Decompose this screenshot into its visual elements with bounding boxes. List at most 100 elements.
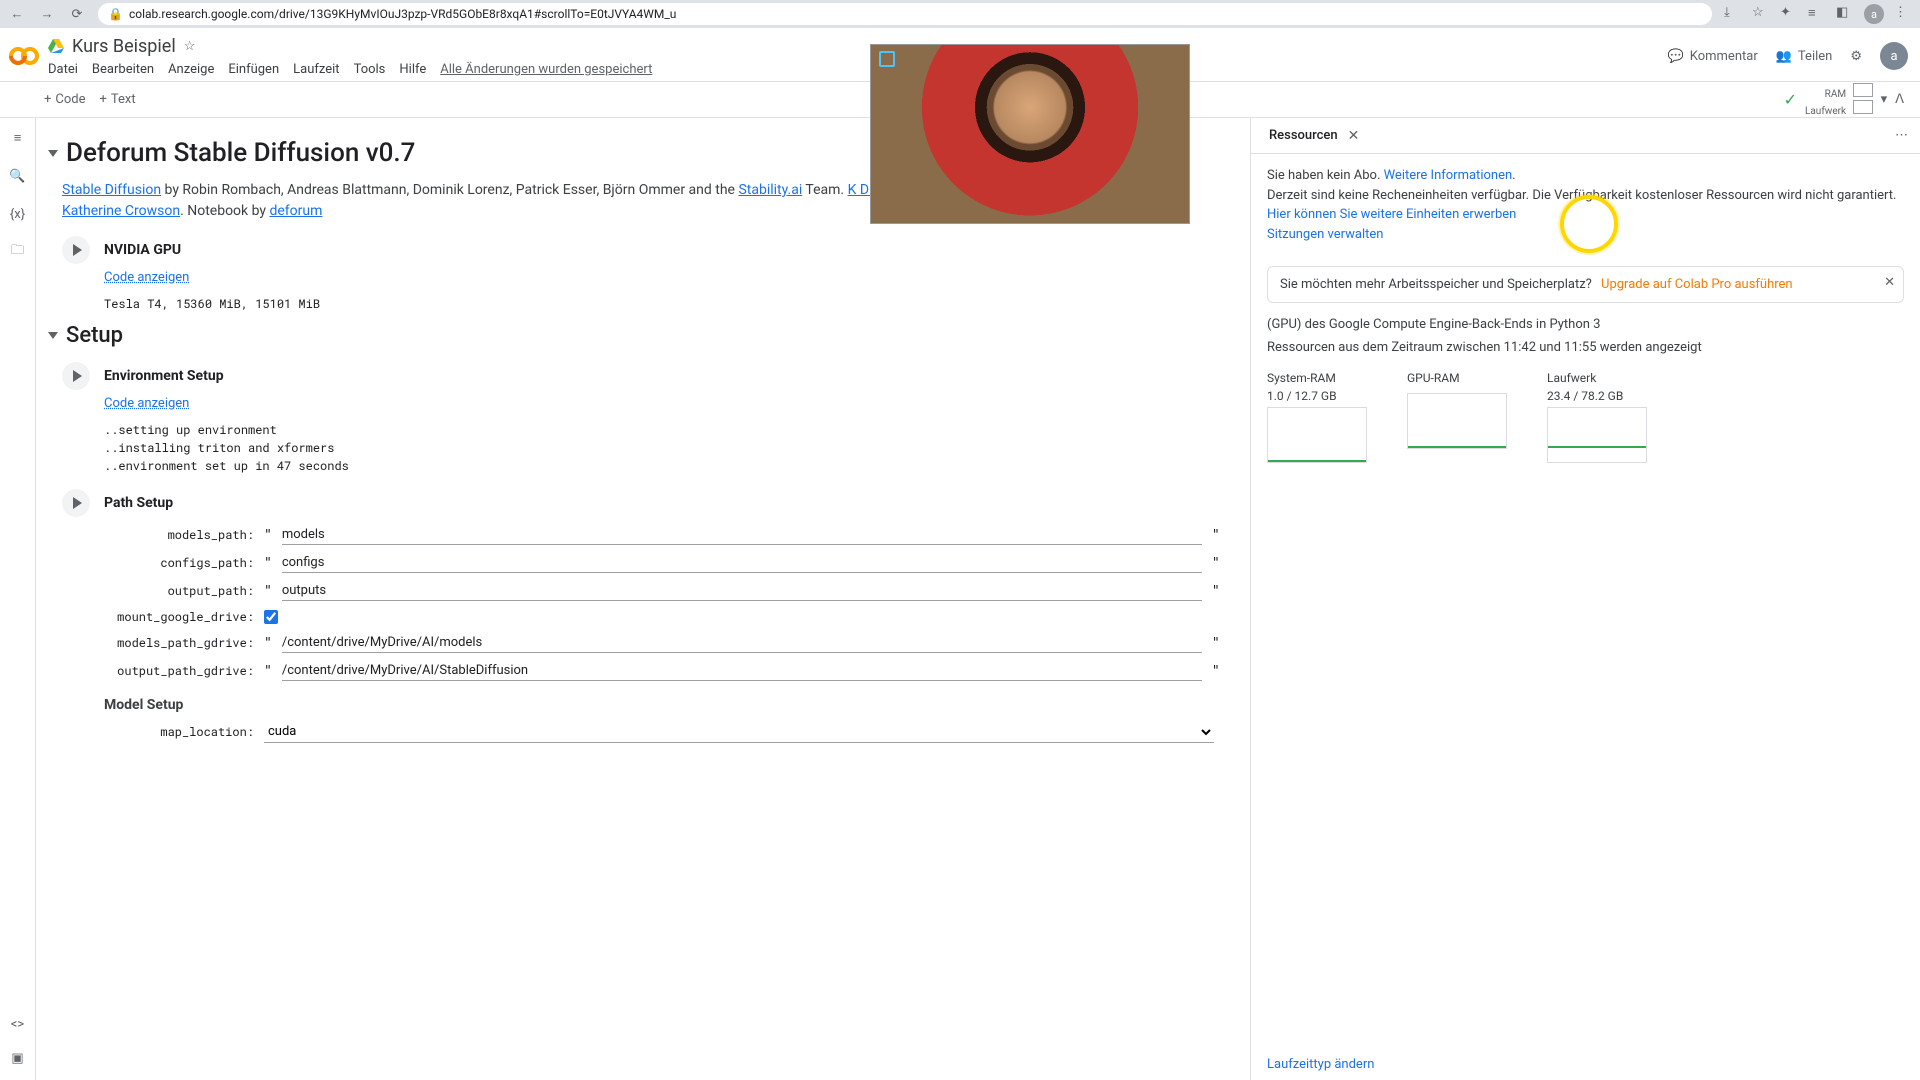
panel-more-icon[interactable]: ⋯ [1895, 128, 1910, 143]
drive-icon [48, 38, 64, 54]
menu-tools[interactable]: Tools [354, 62, 386, 77]
resources-panel: Ressourcen ✕ ⋯ Sie haben kein Abo. Weite… [1250, 118, 1920, 1080]
back-icon[interactable]: ← [8, 5, 26, 23]
terminal-icon[interactable]: ▣ [8, 1048, 28, 1068]
run-button[interactable] [62, 362, 90, 390]
upgrade-link[interactable]: Upgrade auf Colab Pro ausführen [1601, 277, 1793, 292]
model-setup-title: Model Setup [104, 697, 1230, 713]
models-gdrive-label: models_path_gdrive: [104, 635, 254, 651]
sidepanel-icon[interactable]: ◧ [1836, 5, 1854, 23]
notebook-area: Deforum Stable Diffusion v0.7 Stable Dif… [36, 118, 1250, 1080]
mount-label: mount_google_drive: [104, 609, 254, 625]
resource-indicator[interactable]: RAM Laufwerk [1805, 83, 1873, 117]
readlist-icon[interactable]: ≡ [1808, 5, 1826, 23]
forward-icon[interactable]: → [38, 5, 56, 23]
more-info-link[interactable]: Weitere Informationen [1384, 168, 1513, 183]
resources-tab[interactable]: Ressourcen [1261, 124, 1346, 147]
run-button[interactable] [62, 489, 90, 517]
close-promo-icon[interactable]: ✕ [1884, 275, 1895, 290]
gear-icon: ⚙ [1850, 49, 1862, 64]
url-bar[interactable]: 🔒 colab.research.google.com/drive/13G9KH… [98, 3, 1712, 25]
setup-heading: Setup [48, 323, 1230, 348]
notebook-title[interactable]: Kurs Beispiel [72, 36, 176, 57]
env-title: Environment Setup [104, 368, 224, 384]
configs-path-input[interactable] [282, 553, 1202, 573]
link-stable-diffusion[interactable]: Stable Diffusion [62, 182, 161, 198]
link-stability[interactable]: Stability.ai [738, 182, 802, 198]
map-location-label: map_location: [104, 724, 254, 740]
add-text-button[interactable]: + Text [100, 92, 136, 107]
map-location-select[interactable]: cuda [264, 721, 1214, 743]
close-tab-icon[interactable]: ✕ [1348, 128, 1360, 144]
browser-avatar[interactable]: a [1864, 4, 1884, 24]
output-path-input[interactable] [282, 581, 1202, 601]
upgrade-promo: Sie möchten mehr Arbeitsspeicher und Spe… [1267, 266, 1904, 303]
star-icon[interactable]: ☆ [1752, 5, 1770, 23]
time-range: Ressourcen aus dem Zeitraum zwischen 11:… [1251, 336, 1920, 359]
left-rail: ≡ 🔍 {x} 🗀 <> ▣ [0, 118, 36, 1080]
search-icon[interactable]: 🔍 [8, 166, 28, 186]
buy-units-link[interactable]: Hier können Sie weitere Einheiten erwerb… [1267, 207, 1516, 222]
menu-file[interactable]: Datei [48, 62, 78, 77]
configs-path-label: configs_path: [104, 555, 254, 571]
link-katherine[interactable]: Katherine Crowson [62, 203, 180, 219]
runtime-dropdown-icon[interactable]: ▾ [1881, 92, 1888, 107]
manage-sessions-link[interactable]: Sitzungen verwalten [1267, 227, 1383, 242]
gpu-output: Tesla T4, 15360 MiB, 15101 MiB [104, 295, 1230, 313]
webcam-overlay [870, 44, 1190, 224]
output-gdrive-input[interactable] [282, 661, 1202, 681]
menu-icon[interactable]: ⋮ [1894, 5, 1912, 23]
user-avatar[interactable]: a [1880, 42, 1908, 70]
toc-icon[interactable]: ≡ [8, 128, 28, 148]
gpu-ram-chart: GPU-RAM [1407, 371, 1507, 463]
browser-toolbar: ← → ⟳ 🔒 colab.research.google.com/drive/… [0, 0, 1920, 28]
lock-icon: 🔒 [108, 7, 123, 21]
extension-icon[interactable]: ✦ [1780, 5, 1798, 23]
output-path-label: output_path: [104, 583, 254, 599]
share-button[interactable]: 👥 Teilen [1776, 49, 1833, 64]
comment-button[interactable]: 💬 Kommentar [1668, 49, 1758, 64]
sys-ram-chart: System-RAM 1.0 / 12.7 GB [1267, 371, 1367, 463]
menu-insert[interactable]: Einfügen [228, 62, 279, 77]
models-gdrive-input[interactable] [282, 633, 1202, 653]
settings-button[interactable]: ⚙ [1850, 49, 1862, 64]
gpu-cell: NVIDIA GPU Code anzeigen Tesla T4, 15360… [62, 236, 1230, 313]
env-output: ..setting up environment ..installing tr… [104, 421, 1230, 475]
path-title: Path Setup [104, 495, 173, 511]
path-cell: Path Setup models_path: " " configs_path… [62, 489, 1230, 743]
run-button[interactable] [62, 236, 90, 264]
models-path-input[interactable] [282, 525, 1202, 545]
star-toggle-icon[interactable]: ☆ [184, 39, 196, 54]
collapse-icon[interactable] [48, 332, 58, 339]
colab-logo-icon[interactable] [8, 40, 40, 72]
link-deforum[interactable]: deforum [269, 203, 322, 219]
reload-icon[interactable]: ⟳ [68, 5, 86, 23]
install-icon[interactable]: ⤓ [1724, 5, 1742, 23]
menu-view[interactable]: Anzeige [168, 62, 214, 77]
output-gdrive-label: output_path_gdrive: [104, 663, 254, 679]
mount-checkbox[interactable] [264, 610, 278, 624]
menu-edit[interactable]: Bearbeiten [92, 62, 154, 77]
menu-bar: Datei Bearbeiten Anzeige Einfügen Laufze… [48, 58, 1660, 81]
show-code-link[interactable]: Code anzeigen [104, 270, 189, 285]
menu-help[interactable]: Hilfe [399, 62, 426, 77]
backend-info: (GPU) des Google Compute Engine-Back-End… [1251, 313, 1920, 336]
menu-runtime[interactable]: Laufzeit [293, 62, 339, 77]
comment-icon: 💬 [1668, 49, 1684, 64]
show-code-link[interactable]: Code anzeigen [104, 396, 189, 411]
files-icon[interactable]: 🗀 [8, 242, 28, 262]
save-status[interactable]: Alle Änderungen wurden gespeichert [440, 62, 652, 77]
add-code-button[interactable]: + Code [44, 92, 86, 107]
variables-icon[interactable]: {x} [8, 204, 28, 224]
env-cell: Environment Setup Code anzeigen ..settin… [62, 362, 1230, 475]
change-runtime-link[interactable]: Laufzeittyp ändern [1267, 1057, 1374, 1072]
share-icon: 👥 [1776, 49, 1792, 64]
connected-check-icon: ✓ [1784, 90, 1797, 109]
collapse-panel-icon[interactable]: ᐱ [1895, 92, 1904, 107]
collapse-icon[interactable] [48, 150, 58, 157]
gpu-title: NVIDIA GPU [104, 242, 181, 258]
code-snippet-icon[interactable]: <> [8, 1014, 28, 1034]
models-path-label: models_path: [104, 527, 254, 543]
url-text: colab.research.google.com/drive/13G9KHyM… [129, 7, 676, 21]
disk-chart: Laufwerk 23.4 / 78.2 GB [1547, 371, 1647, 463]
